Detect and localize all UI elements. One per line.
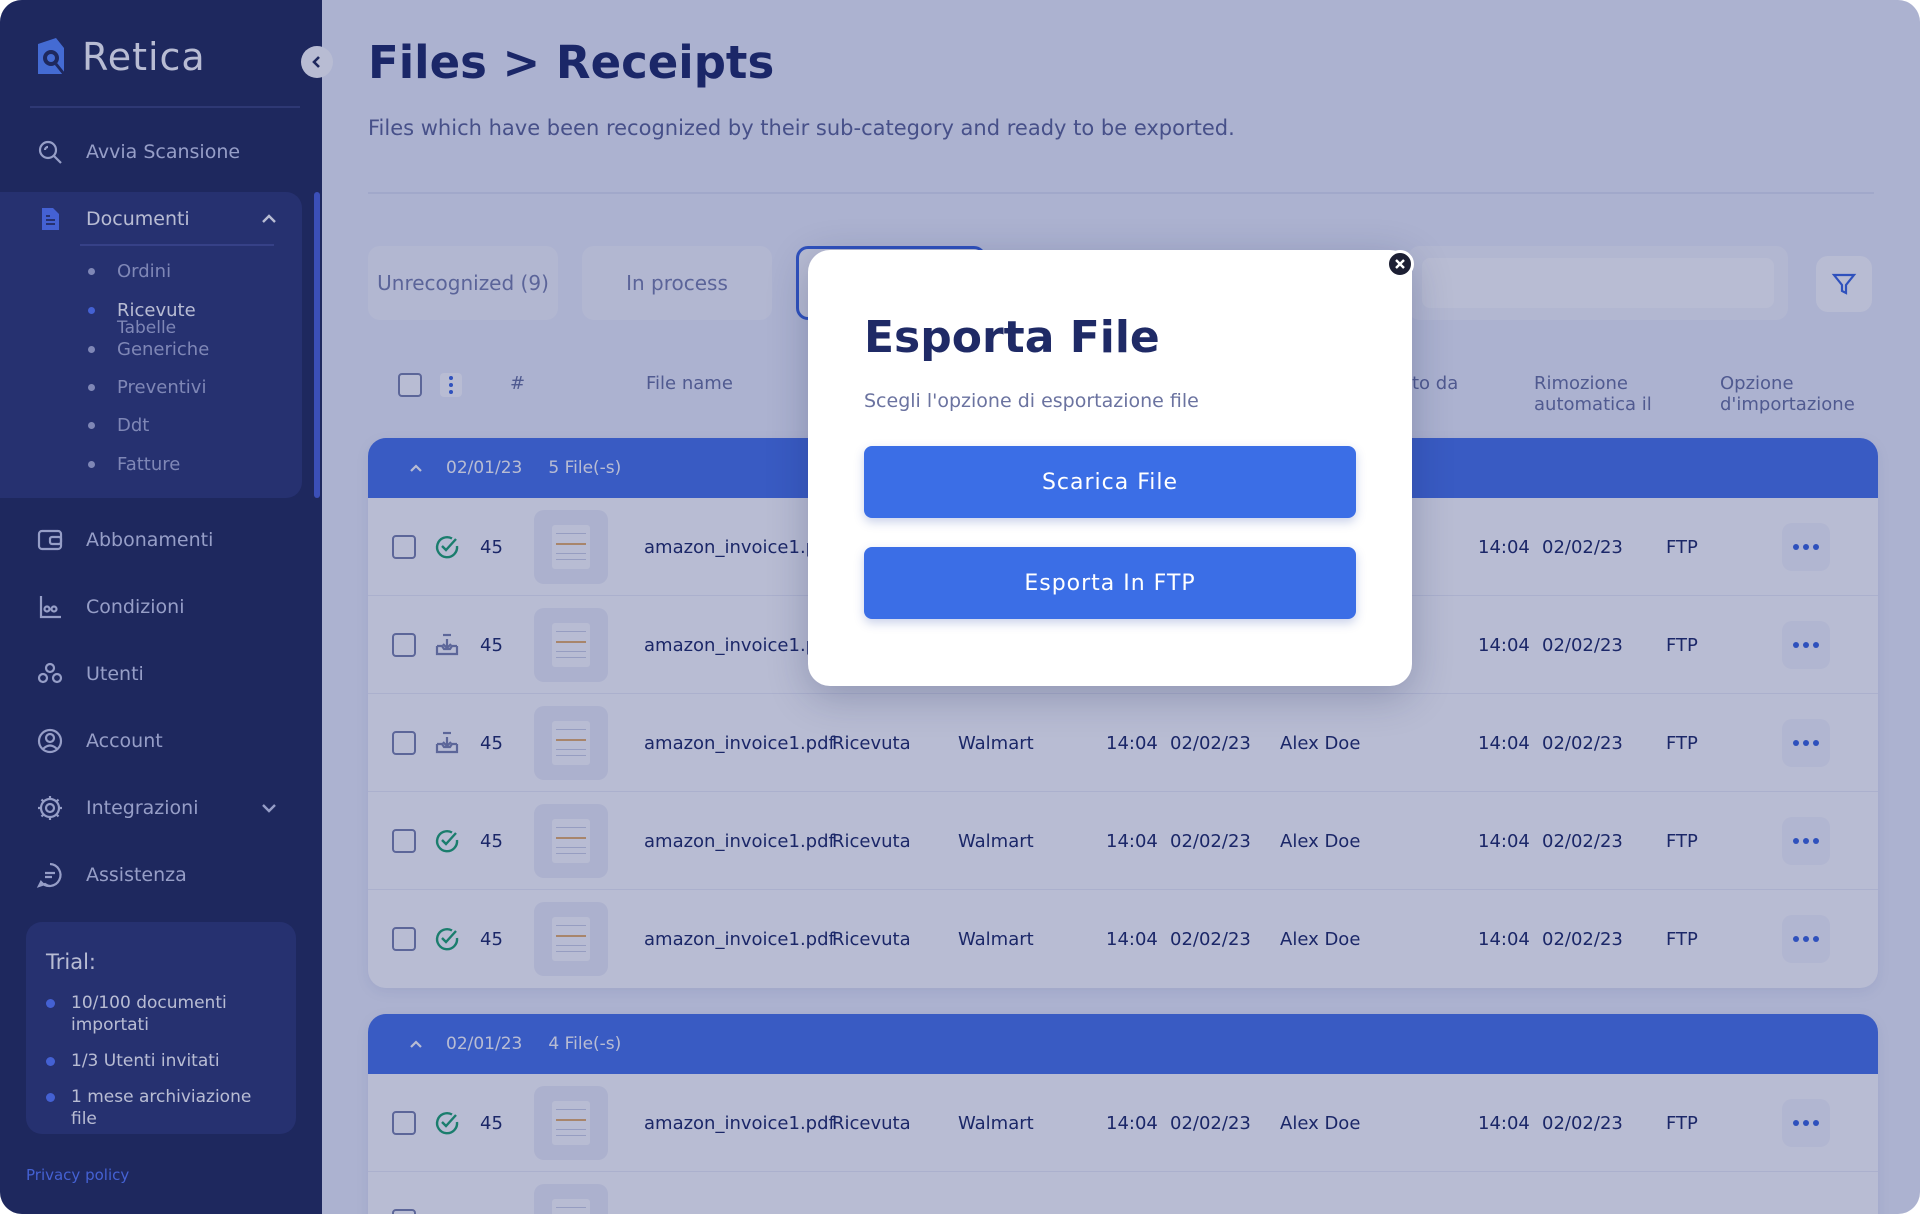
close-icon	[1395, 259, 1405, 269]
modal-title: Esporta File	[864, 312, 1160, 363]
modal-close-button[interactable]	[1386, 250, 1414, 278]
modal-subtitle: Scegli l'opzione di esportazione file	[864, 390, 1199, 412]
export-ftp-button[interactable]: Esporta In FTP	[864, 547, 1356, 619]
download-file-button[interactable]: Scarica File	[864, 446, 1356, 518]
export-modal: Esporta File Scegli l'opzione di esporta…	[808, 250, 1412, 686]
app-window: Retica Avvia Scansione Documenti Ordini …	[0, 0, 1920, 1214]
